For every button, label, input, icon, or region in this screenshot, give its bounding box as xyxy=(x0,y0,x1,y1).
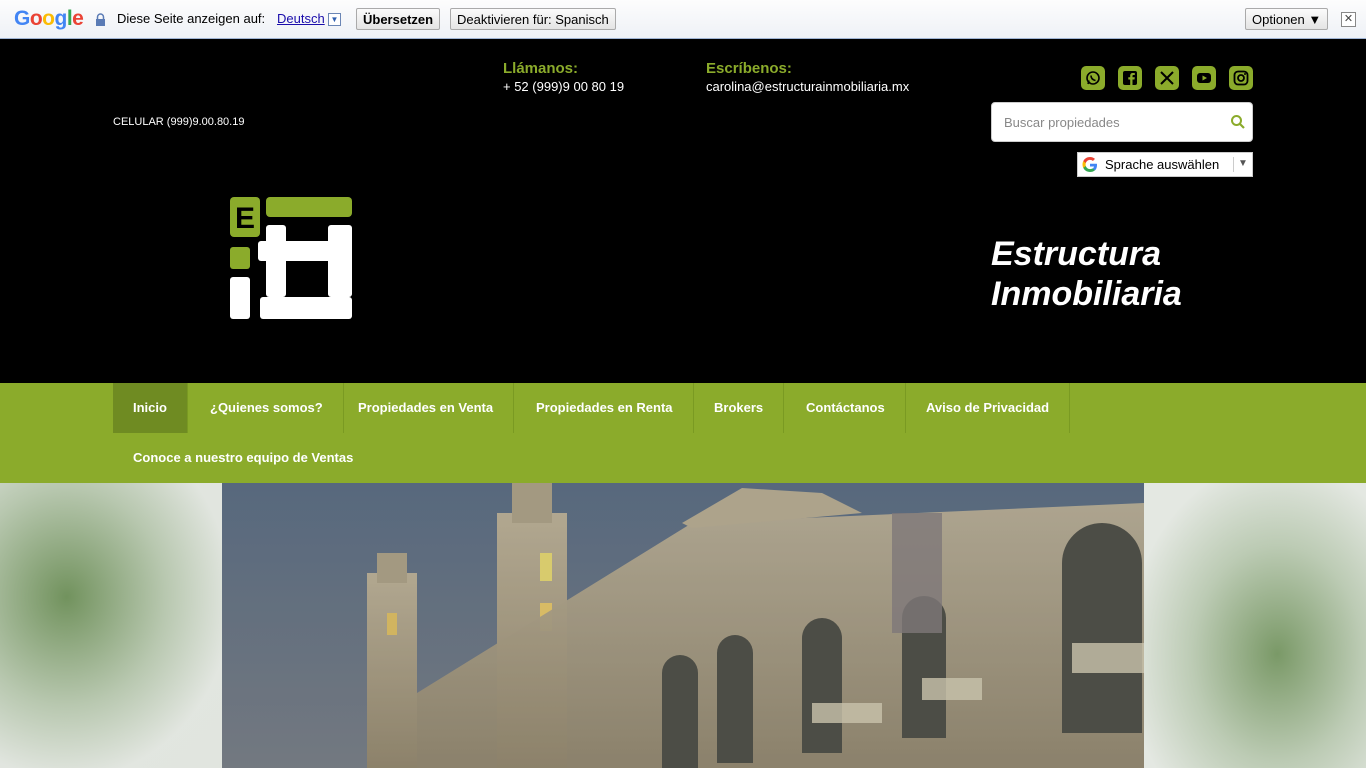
brand-name: Estructura Inmobiliaria xyxy=(991,234,1182,314)
nav-item-contactanos[interactable]: Contáctanos xyxy=(786,383,906,433)
hero-foliage-left xyxy=(0,483,222,768)
write-value[interactable]: carolina@estructurainmobiliaria.mx xyxy=(706,79,909,94)
hero-banner xyxy=(0,483,1366,768)
main-nav: Inicio ¿Quienes somos? Propiedades en Ve… xyxy=(0,383,1366,483)
cellphone-text: CELULAR (999)9.00.80.19 xyxy=(113,116,245,128)
nav-item-inicio[interactable]: Inicio xyxy=(113,383,188,433)
nav-item-propiedades-venta[interactable]: Propiedades en Venta xyxy=(338,383,515,433)
language-select[interactable]: Sprache auswählen ▼ xyxy=(1077,152,1253,177)
call-label: Llámanos: xyxy=(503,60,579,77)
search-icon[interactable] xyxy=(1230,114,1246,130)
translate-language-link[interactable]: Deutsch xyxy=(277,11,325,26)
brand-line-2: Inmobiliaria xyxy=(991,275,1182,313)
translate-button[interactable]: Übersetzen xyxy=(356,8,441,30)
language-select-divider xyxy=(1233,157,1234,172)
language-dropdown-icon[interactable]: ▼ xyxy=(328,13,341,26)
deactivate-button[interactable]: Deaktivieren für: Spanisch xyxy=(450,8,616,30)
language-select-label: Sprache auswählen xyxy=(1105,157,1220,172)
site-header: Llámanos: + 52 (999)9 00 80 19 Escríbeno… xyxy=(0,40,1366,383)
call-value[interactable]: + 52 (999)9 00 80 19 xyxy=(503,79,624,94)
google-logo: Google xyxy=(14,7,84,30)
nav-item-quienes-somos[interactable]: ¿Quienes somos? xyxy=(190,383,344,433)
translate-bar: Google Diese Seite anzeigen auf: Deutsch… xyxy=(0,0,1366,39)
instagram-icon[interactable] xyxy=(1229,66,1253,90)
translate-prompt: Diese Seite anzeigen auf: xyxy=(117,11,266,26)
hero-cathedral-image xyxy=(222,483,1144,768)
brand-line-1: Estructura xyxy=(991,235,1162,273)
close-icon[interactable]: ✕ xyxy=(1341,12,1356,27)
google-g-icon xyxy=(1082,157,1097,172)
whatsapp-icon[interactable] xyxy=(1081,66,1105,90)
nav-item-brokers[interactable]: Brokers xyxy=(694,383,785,433)
search-box xyxy=(991,102,1253,142)
chevron-down-icon: ▼ xyxy=(1238,158,1248,169)
youtube-icon[interactable] xyxy=(1192,66,1216,90)
svg-text:E: E xyxy=(235,202,255,235)
nav-item-equipo-ventas[interactable]: Conoce a nuestro equipo de Ventas xyxy=(113,433,373,483)
nav-item-aviso-privacidad[interactable]: Aviso de Privacidad xyxy=(906,383,1071,433)
options-button[interactable]: Optionen ▼ xyxy=(1245,8,1329,30)
x-icon[interactable] xyxy=(1155,66,1179,90)
facebook-icon[interactable] xyxy=(1118,66,1142,90)
search-input[interactable] xyxy=(992,103,1212,141)
site-logo[interactable]: E xyxy=(230,197,352,319)
hero-foliage-right xyxy=(1144,483,1366,768)
nav-item-propiedades-renta[interactable]: Propiedades en Renta xyxy=(516,383,694,433)
write-label: Escríbenos: xyxy=(706,60,792,77)
lock-icon xyxy=(96,13,105,26)
